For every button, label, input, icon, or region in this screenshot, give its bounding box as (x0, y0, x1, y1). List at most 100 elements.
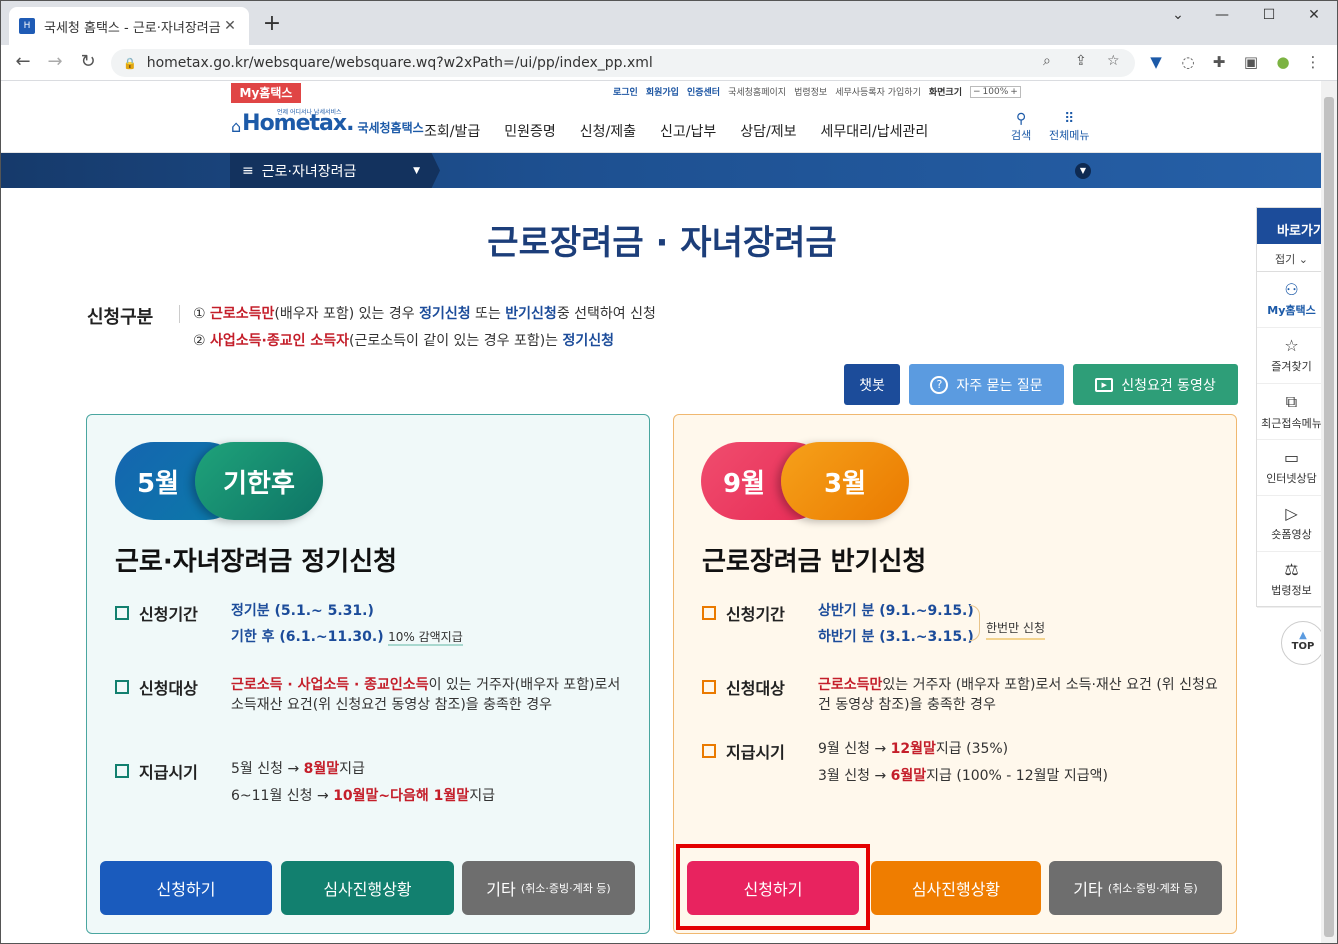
faq-button[interactable]: ? 자주 묻는 질문 (909, 364, 1064, 405)
scroll-top-button[interactable]: ▲ TOP (1281, 621, 1325, 665)
side-panel-icon[interactable]: ▣ (1241, 53, 1261, 71)
etc-button[interactable]: 기타 (취소·증빙·계좌 등) (1049, 861, 1222, 915)
tab-strip: H 국세청 홈택스 - 근로·자녀장려금 ✕ + ⌄ — ☐ ✕ (1, 1, 1337, 45)
extension-mouse-icon[interactable]: ◌ (1178, 53, 1198, 71)
close-tab-icon[interactable]: ✕ (221, 18, 239, 34)
new-tab-icon[interactable]: + (259, 11, 285, 36)
etc-label: 기타 (1073, 880, 1103, 899)
page-scrollbar[interactable] (1321, 81, 1337, 943)
browser-window: H 국세청 홈택스 - 근로·자녀장려금 ✕ + ⌄ — ☐ ✕ ← → ↻ 🔒… (0, 0, 1338, 944)
period-label: 신청기간 (139, 605, 198, 624)
law-info-link[interactable]: 법령정보 (794, 85, 827, 98)
quick-item-label: 인터넷상담 (1266, 472, 1317, 485)
all-menu-button[interactable]: ⠿ 전체메뉴 (1049, 111, 1089, 143)
search-icon: ⚲ (1015, 111, 1027, 127)
nav-item-application[interactable]: 신청/제출 (580, 121, 636, 141)
arrow-up-icon: ▲ (1299, 630, 1307, 641)
main-nav: 조회/발급 민원증명 신청/제출 신고/납부 상담/제보 세무대리/납세관리 (424, 121, 928, 141)
fold-button[interactable]: 접기 ⌄ (1257, 244, 1326, 272)
review-status-button[interactable]: 심사진행상황 (281, 861, 454, 915)
requirements-video-button[interactable]: ▶ 신청요건 동영상 (1073, 364, 1238, 405)
quick-item-shortform[interactable]: ▷ 숏폼영상 (1257, 496, 1326, 552)
bookmark-star-icon[interactable]: ☆ (1107, 53, 1120, 69)
fold-label: 접기 (1275, 253, 1296, 266)
quick-item-favorites[interactable]: ☆ 즐겨찾기 (1257, 328, 1326, 384)
payment-highlight: 12월말 (890, 741, 936, 757)
zoom-out-button[interactable]: − (973, 87, 981, 97)
chatbot-button[interactable]: 챗봇 (844, 364, 900, 405)
nts-home-link[interactable]: 국세청홈페이지 (728, 85, 786, 98)
extensions-puzzle-icon[interactable]: ✚ (1209, 53, 1229, 71)
rule-line-2: ② 사업소득·종교인 소득자(근로소득이 같이 있는 경우 포함)는 정기신청 (193, 330, 614, 350)
search-button[interactable]: ⚲ 검색 (1011, 111, 1031, 143)
bullet-square-icon (115, 764, 129, 778)
house-icon: ⌂ (231, 117, 242, 136)
etc-note: (취소·증빙·계좌 등) (1107, 882, 1198, 895)
period-label: 신청기간 (726, 605, 785, 624)
maximize-icon[interactable]: ☐ (1254, 7, 1284, 23)
screen-size-label: 화면크기 (928, 88, 962, 98)
address-bar[interactable]: 🔒 hometax.go.kr/websquare/websquare.wq?w… (111, 49, 1135, 77)
share-icon[interactable]: ⇪ (1075, 53, 1087, 69)
zoom-icon[interactable]: ⌕ (1043, 53, 1051, 69)
rule-number: ② (193, 333, 206, 349)
pill-march: 3월 (781, 442, 909, 520)
my-hometax-tab[interactable]: My홈택스 (231, 83, 301, 103)
quick-item-label: 숏폼영상 (1271, 528, 1312, 541)
logo-tagline: 언제 어디서나 납세서비스 (277, 109, 342, 116)
rule-text: (배우자 포함) 있는 경우 (274, 306, 420, 322)
close-window-icon[interactable]: ✕ (1299, 7, 1329, 23)
zoom-level: 100% (982, 86, 1009, 97)
nav-item-certificate[interactable]: 민원증명 (504, 121, 556, 141)
login-link[interactable]: 로그인 (613, 85, 638, 98)
apply-button[interactable]: 신청하기 (100, 861, 272, 915)
review-status-button[interactable]: 심사진행상황 (871, 861, 1041, 915)
reload-icon[interactable]: ↻ (76, 51, 100, 72)
breadcrumb-expand-icon[interactable]: ▼ (1075, 163, 1091, 179)
all-menu-label: 전체메뉴 (1049, 129, 1090, 142)
logo-sub-text: 국세청홈택스 (357, 121, 424, 135)
person-icon: ⚇ (1284, 280, 1299, 299)
nav-item-consult[interactable]: 상담/제보 (740, 121, 796, 141)
forward-icon[interactable]: → (43, 51, 67, 72)
etc-button[interactable]: 기타 (취소·증빙·계좌 등) (462, 861, 635, 915)
regular-application-card: 5월 기한후 근로·자녀장려금 정기신청 신청기간 정기분 (5.1.~ 5.3… (86, 414, 650, 934)
quick-item-consult[interactable]: ▭ 인터넷상담 (1257, 440, 1326, 496)
payment-text: 3월 신청 → (818, 768, 891, 784)
quick-item-my-hometax[interactable]: ⚇ My홈택스 (1257, 272, 1326, 328)
scrollbar-thumb[interactable] (1324, 97, 1334, 937)
grid-menu-icon: ⠿ (1064, 111, 1075, 127)
bullet-square-icon (702, 606, 716, 620)
browser-menu-icon[interactable]: ⋮ (1303, 53, 1323, 71)
back-icon[interactable]: ← (11, 51, 35, 72)
extension-v-icon[interactable]: ▼ (1146, 53, 1166, 71)
nav-item-inquiry[interactable]: 조회/발급 (424, 121, 480, 141)
rule-line-1: ① 근로소득만(배우자 포함) 있는 경우 정기신청 또는 반기신청중 선택하여… (193, 303, 656, 323)
tab-search-chevron-icon[interactable]: ⌄ (1163, 7, 1193, 23)
chevron-down-icon: ▼ (413, 165, 420, 176)
period-late: 기한 후 (6.1.~11.30.) (231, 629, 384, 645)
gavel-icon: ⚖ (1284, 560, 1299, 579)
signup-link[interactable]: 회원가입 (646, 85, 679, 98)
question-icon: ? (930, 375, 949, 394)
auth-center-link[interactable]: 인증센터 (687, 85, 720, 98)
quick-item-law[interactable]: ⚖ 법령정보 (1257, 552, 1326, 608)
nav-item-report-pay[interactable]: 신고/납부 (660, 121, 716, 141)
breadcrumb[interactable]: ≡ 근로·자녀장려금 ▼ (230, 153, 440, 188)
profile-avatar-icon[interactable]: ● (1273, 53, 1293, 71)
nav-item-tax-agent[interactable]: 세무대리/납세관리 (821, 121, 929, 141)
quick-item-recent[interactable]: ⧉ 최근접속메뉴 (1257, 384, 1326, 440)
zoom-in-button[interactable]: + (1010, 87, 1018, 97)
breadcrumb-bar (1, 153, 1323, 188)
browser-toolbar: ← → ↻ 🔒 hometax.go.kr/websquare/websquar… (1, 45, 1337, 81)
star-icon: ☆ (1284, 336, 1299, 355)
minimize-icon[interactable]: — (1207, 7, 1237, 23)
payment-text: 9월 신청 → (818, 741, 891, 757)
tax-agent-signup-link[interactable]: 세무사등록자 가입하기 (835, 85, 921, 98)
hometax-logo[interactable]: 언제 어디서나 납세서비스 ⌂ Hometax. 국세청홈택스 (231, 109, 424, 136)
payment-label: 지급시기 (726, 743, 785, 762)
browser-tab[interactable]: H 국세청 홈택스 - 근로·자녀장려금 ✕ (9, 7, 249, 45)
payment-text: 5월 신청 → (231, 761, 304, 777)
bracket (970, 605, 980, 641)
quick-item-label: 법령정보 (1271, 584, 1312, 597)
